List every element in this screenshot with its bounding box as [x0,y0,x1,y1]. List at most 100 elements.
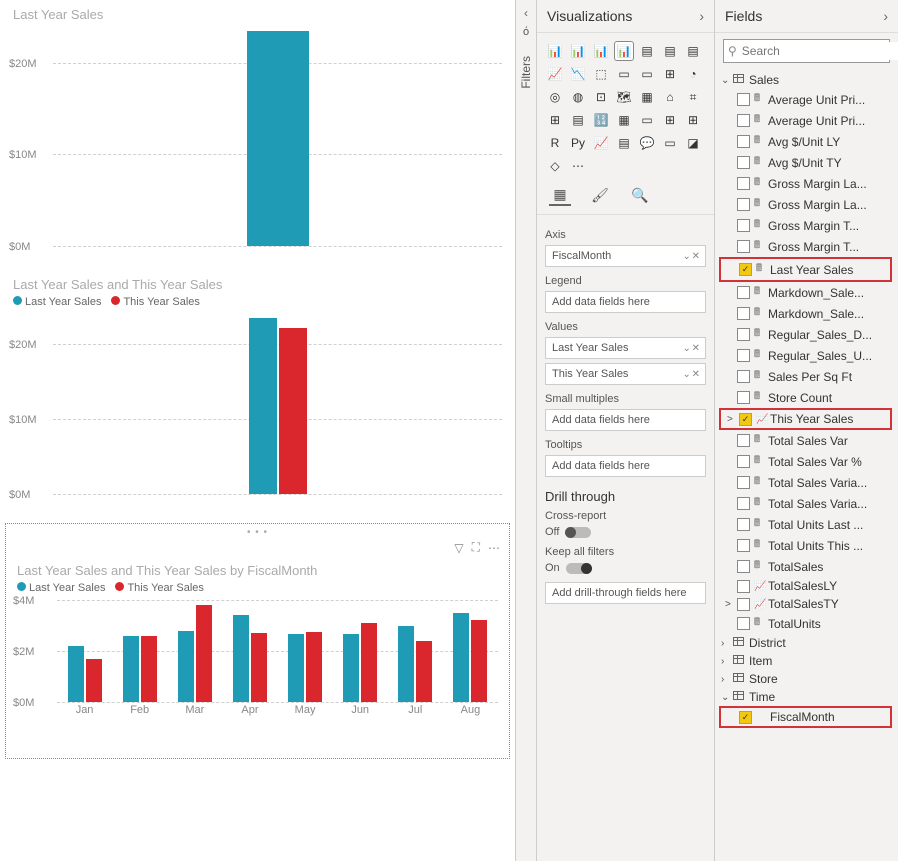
field-total-sales-var[interactable]: 🖩Total Sales Var [719,430,894,451]
bar[interactable] [416,641,432,702]
drill-through-well[interactable]: Add drill-through fields here [545,582,706,604]
bar[interactable] [306,632,322,702]
viz-type-25[interactable]: ▭ [637,110,657,130]
expand-filters-icon[interactable]: ‹ [524,6,528,20]
small-multiples-well[interactable]: Add data fields here [545,409,706,431]
viz-type-24[interactable]: ▦ [614,110,634,130]
field-gross-margin-t-[interactable]: 🖩Gross Margin T... [719,236,894,257]
field-totalsalesly[interactable]: 📈TotalSalesLY [719,577,894,595]
table-time[interactable]: ⌄Time [719,688,894,706]
viz-type-34[interactable]: ◪ [683,133,703,153]
filters-pane-collapsed[interactable]: ‹ ό Filters [515,0,537,861]
viz-type-23[interactable]: 🔢 [591,110,611,130]
viz-type-5[interactable]: ▤ [660,41,680,61]
analytics-tab[interactable]: 🔍 [629,184,651,206]
bar[interactable] [196,605,212,702]
viz-type-36[interactable]: ⋯ [568,156,588,176]
field-regular_sales_d-[interactable]: 🖩Regular_Sales_D... [719,324,894,345]
viz-type-29[interactable]: Py [568,133,588,153]
field-total-sales-varia-[interactable]: 🖩Total Sales Varia... [719,472,894,493]
values-well-1[interactable]: This Year Sales⌄ ✕ [545,363,706,385]
report-canvas[interactable]: Last Year Sales$0M$10M$20MLast Year Sale… [0,0,515,861]
drag-handle[interactable]: • • • [9,527,506,538]
fields-search-input[interactable] [740,42,898,60]
bar[interactable] [247,31,309,246]
chart-1[interactable]: Last Year Sales and This Year SalesLast … [4,270,511,520]
viz-type-27[interactable]: ⊞ [683,110,703,130]
fields-tab[interactable]: ▦ [549,184,571,206]
field-average-unit-pri-[interactable]: 🖩Average Unit Pri... [719,89,894,110]
values-well-0[interactable]: Last Year Sales⌄ ✕ [545,337,706,359]
viz-type-17[interactable]: 🗺 [614,87,634,107]
bar[interactable] [249,318,277,494]
viz-type-26[interactable]: ⊞ [660,110,680,130]
field-total-sales-varia-[interactable]: 🖩Total Sales Varia... [719,493,894,514]
viz-type-0[interactable]: 📊 [545,41,565,61]
field-gross-margin-t-[interactable]: 🖩Gross Margin T... [719,215,894,236]
focus-icon[interactable]: ⛶ [472,540,480,555]
field-markdown_sale-[interactable]: 🖩Markdown_Sale... [719,282,894,303]
field-regular_sales_u-[interactable]: 🖩Regular_Sales_U... [719,345,894,366]
field-total-units-this-[interactable]: 🖩Total Units This ... [719,535,894,556]
viz-type-18[interactable]: ▦ [637,87,657,107]
viz-type-6[interactable]: ▤ [683,41,703,61]
viz-type-35[interactable]: ◇ [545,156,565,176]
legend-well[interactable]: Add data fields here [545,291,706,313]
viz-type-12[interactable]: ⊞ [660,64,680,84]
field-gross-margin-la-[interactable]: 🖩Gross Margin La... [719,173,894,194]
chart-0[interactable]: Last Year Sales$0M$10M$20M [4,0,511,270]
bar[interactable] [343,634,359,702]
field-markdown_sale-[interactable]: 🖩Markdown_Sale... [719,303,894,324]
field-totalunits[interactable]: 🖩TotalUnits [719,613,894,634]
viz-type-7[interactable]: 📈 [545,64,565,84]
viz-type-30[interactable]: 📈 [591,133,611,153]
viz-type-9[interactable]: ⬚ [591,64,611,84]
tooltips-well[interactable]: Add data fields here [545,455,706,477]
field-totalsales[interactable]: 🖩TotalSales [719,556,894,577]
bar[interactable] [123,636,139,702]
table-store[interactable]: ›Store [719,670,894,688]
viz-type-32[interactable]: 💬 [637,133,657,153]
viz-type-22[interactable]: ▤ [568,110,588,130]
viz-type-8[interactable]: 📉 [568,64,588,84]
viz-type-13[interactable]: ◔ [683,64,703,84]
well-menu-icon[interactable]: ⌄ ✕ [682,369,699,380]
bar[interactable] [453,613,469,702]
bar[interactable] [68,646,84,702]
collapse-viz-icon[interactable]: › [699,8,704,24]
viz-type-10[interactable]: ▭ [614,64,634,84]
bar[interactable] [141,636,157,702]
bar[interactable] [86,659,102,702]
field-gross-margin-la-[interactable]: 🖩Gross Margin La... [719,194,894,215]
filter-icon[interactable]: ▽ [454,541,463,555]
axis-well[interactable]: FiscalMonth⌄ ✕ [545,245,706,267]
field-fiscalmonth[interactable]: ✓FiscalMonth [719,706,892,728]
field-average-unit-pri-[interactable]: 🖩Average Unit Pri... [719,110,894,131]
field-avg-unit-ty[interactable]: 🖩Avg $/Unit TY [719,152,894,173]
viz-type-3[interactable]: 📊 [614,41,634,61]
bar[interactable] [471,620,487,702]
well-menu-icon[interactable]: ⌄ ✕ [682,343,699,354]
collapse-fields-icon[interactable]: › [883,8,888,24]
field-sales-per-sq-ft[interactable]: 🖩Sales Per Sq Ft [719,366,894,387]
viz-type-4[interactable]: ▤ [637,41,657,61]
viz-type-11[interactable]: ▭ [637,64,657,84]
field-store-count[interactable]: 🖩Store Count [719,387,894,408]
table-item[interactable]: ›Item [719,652,894,670]
bar[interactable] [361,623,377,702]
viz-type-31[interactable]: ▤ [614,133,634,153]
bar[interactable] [398,626,414,703]
bar[interactable] [279,328,307,494]
viz-type-2[interactable]: 📊 [591,41,611,61]
well-menu-icon[interactable]: ⌄ ✕ [682,251,699,262]
field-totalsalesty[interactable]: >📈TotalSalesTY [719,595,894,613]
more-icon[interactable]: ⋯ [488,541,500,555]
bar[interactable] [251,633,267,702]
cross-report-toggle[interactable]: Off [545,526,706,538]
field-this-year-sales[interactable]: >✓📈This Year Sales [719,408,892,430]
bar[interactable] [288,634,304,702]
field-total-units-last-[interactable]: 🖩Total Units Last ... [719,514,894,535]
viz-type-20[interactable]: ⌗ [683,87,703,107]
keep-filters-toggle[interactable]: On [545,562,706,574]
viz-type-15[interactable]: ◍ [568,87,588,107]
